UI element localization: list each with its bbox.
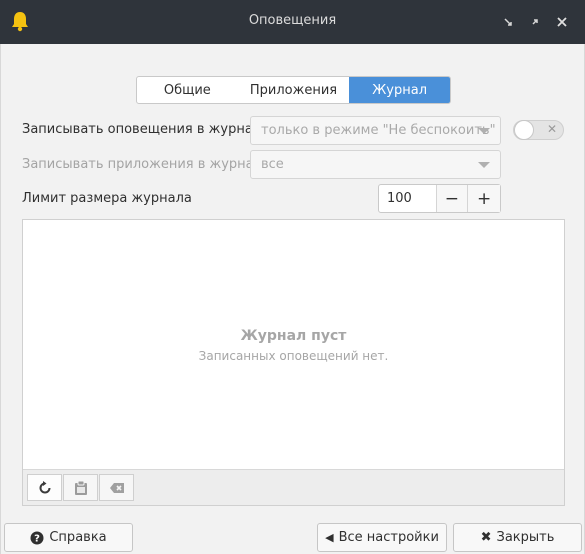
refresh-icon[interactable] (27, 474, 62, 501)
help-icon: ? (30, 531, 44, 544)
minimize-icon[interactable] (500, 14, 516, 30)
chevron-down-icon (478, 162, 490, 168)
back-arrow-icon: ◀ (325, 531, 334, 544)
empty-log-subtitle: Записанных оповещений нет. (198, 349, 389, 363)
svg-text:?: ? (34, 533, 40, 544)
close-icon[interactable] (554, 14, 570, 30)
maximize-icon[interactable] (527, 14, 543, 30)
log-notifications-value: только в режиме "Не беспокоить" (261, 123, 496, 138)
log-apps-dropdown[interactable]: все (250, 150, 501, 179)
tab-bar: Общие Приложения Журнал (136, 76, 451, 104)
close-icon: ✖ (480, 530, 492, 545)
decrement-button[interactable]: − (436, 185, 469, 212)
dialog-content: Общие Приложения Журнал Записывать опове… (0, 44, 585, 554)
all-settings-button[interactable]: ◀ Все настройки (317, 523, 447, 552)
close-label: Закрыть (496, 530, 555, 545)
tab-log[interactable]: Журнал (349, 77, 450, 103)
log-apps-value: все (261, 157, 284, 172)
help-button[interactable]: ? Справка (4, 523, 133, 552)
clipboard-icon[interactable] (63, 474, 98, 501)
help-label: Справка (49, 530, 107, 545)
close-button[interactable]: ✖ Закрыть (453, 523, 582, 552)
log-list[interactable]: Журнал пуст Записанных оповещений нет. (22, 219, 565, 506)
log-notifications-toggle[interactable]: ✕ (513, 120, 564, 140)
window-title: Оповещения (248, 13, 337, 28)
tab-general[interactable]: Общие (137, 77, 238, 103)
log-notifications-label: Записывать оповещения в журнал (22, 122, 262, 137)
notifications-window: Оповещения Общие Приложения Журнал Запис… (0, 0, 585, 554)
all-settings-label: Все настройки (338, 530, 439, 545)
tab-applications[interactable]: Приложения (238, 77, 350, 103)
clear-icon[interactable] (99, 474, 134, 501)
log-limit-input[interactable]: 100 (379, 185, 437, 212)
increment-button[interactable]: + (468, 185, 500, 212)
chevron-down-icon (478, 128, 490, 134)
log-notifications-dropdown[interactable]: только в режиме "Не беспокоить" (250, 116, 501, 145)
off-icon: ✕ (546, 122, 557, 136)
log-limit-stepper: 100 − + (378, 184, 501, 213)
toggle-knob (514, 120, 534, 140)
empty-log-title: Журнал пуст (240, 328, 347, 344)
log-limit-label: Лимит размера журнала (22, 191, 192, 206)
log-apps-label: Записывать приложения в журнал (22, 157, 262, 172)
title-bar[interactable]: Оповещения (0, 0, 585, 44)
log-toolbar (23, 469, 564, 505)
